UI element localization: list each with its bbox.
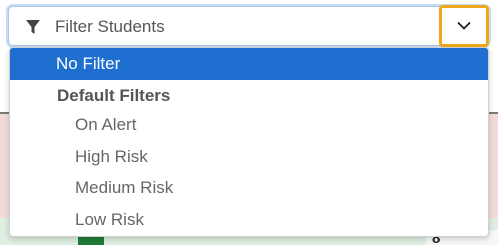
menu-item-no-filter[interactable]: No Filter <box>10 48 488 80</box>
filter-dropdown-menu: No Filter Default Filters On Alert High … <box>9 47 489 237</box>
filter-icon <box>26 20 40 34</box>
dropdown-toggle-button[interactable] <box>439 5 489 47</box>
menu-item-on-alert[interactable]: On Alert <box>10 109 488 141</box>
menu-item-medium-risk[interactable]: Medium Risk <box>10 172 488 204</box>
filter-students-select[interactable]: Filter Students <box>8 5 489 47</box>
menu-group-default-filters: Default Filters <box>57 86 171 105</box>
filter-placeholder: Filter Students <box>55 17 165 36</box>
menu-item-low-risk[interactable]: Low Risk <box>10 204 488 236</box>
menu-item-high-risk[interactable]: High Risk <box>10 141 488 173</box>
chevron-down-icon <box>457 22 471 30</box>
